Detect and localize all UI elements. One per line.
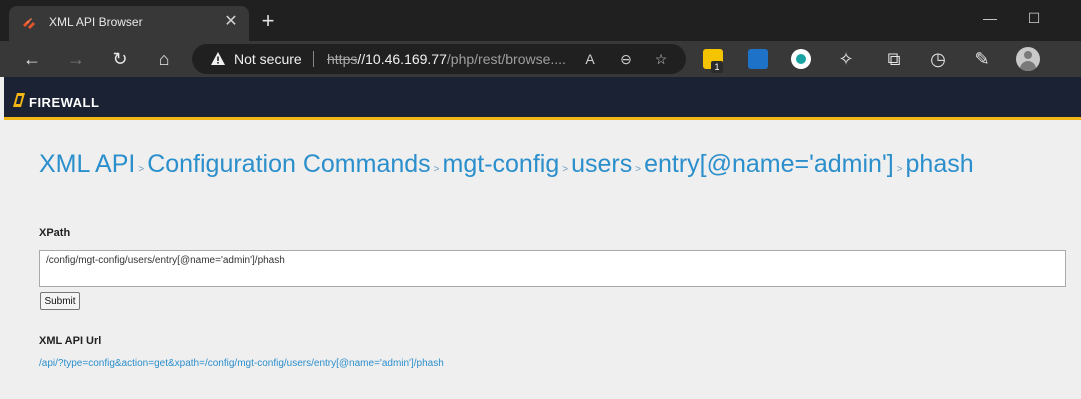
brand-title: FIREWALL [29, 95, 100, 110]
address-bar[interactable]: Not secure https//10.46.169.77/php/rest/… [192, 44, 686, 74]
url-scheme: https [327, 51, 358, 67]
breadcrumb-item[interactable]: XML API [39, 150, 135, 178]
browser-tab[interactable]: XML API Browser ✕ [9, 6, 249, 41]
favorite-add-icon[interactable]: ☆ [651, 49, 671, 69]
browser-toolbar: ← → ↻ ⌂ Not secure https//10.46.169.77/p… [0, 41, 1081, 77]
url-text[interactable]: https//10.46.169.77/php/rest/browse.... [327, 51, 566, 67]
app-header: FIREWALL [4, 77, 1081, 120]
favorites-icon[interactable]: ⧉ [880, 45, 908, 73]
chevron-right-icon: > [433, 164, 440, 175]
extension-notes-icon[interactable]: 1 [703, 49, 723, 73]
tab-strip: XML API Browser ✕ + — ☐ [0, 0, 1081, 41]
url-path: /php/rest/browse.... [446, 51, 566, 67]
breadcrumb-item[interactable]: phash [906, 150, 974, 178]
firewall-favicon-icon [23, 18, 35, 29]
collections-icon[interactable]: ✎ [968, 45, 996, 73]
history-icon[interactable]: ◷ [924, 45, 952, 73]
warning-icon [211, 52, 225, 65]
submit-button[interactable]: Submit [40, 292, 80, 310]
close-tab-icon[interactable]: ✕ [221, 12, 241, 32]
breadcrumb: XML API > Configuration Commands > mgt-confi… [39, 150, 974, 179]
read-aloud-icon[interactable]: A [580, 49, 600, 69]
breadcrumb-item[interactable]: entry[@name='admin'] [644, 150, 894, 178]
minimize-icon[interactable]: — [978, 8, 1002, 28]
page-content: XML API > Configuration Commands > mgt-confi… [4, 123, 1081, 399]
address-separator [313, 51, 314, 67]
extension-badge: 1 [711, 61, 723, 73]
api-url-label: XML API Url [39, 335, 102, 347]
profile-icon[interactable] [1016, 47, 1040, 71]
forward-icon[interactable]: → [62, 45, 90, 73]
xpath-input[interactable]: /config/mgt-config/users/entry[@name='ad… [39, 250, 1066, 287]
maximize-icon[interactable]: ☐ [1022, 8, 1046, 28]
extension-circle-icon[interactable] [791, 49, 811, 69]
breadcrumb-item[interactable]: mgt-config [443, 150, 560, 178]
chevron-right-icon: > [896, 164, 903, 175]
not-secure-label[interactable]: Not secure [234, 51, 302, 67]
tab-title: XML API Browser [49, 15, 143, 29]
xpath-label: XPath [39, 227, 71, 239]
zoom-icon[interactable]: ⊖ [616, 49, 636, 69]
firewall-logo-icon [13, 93, 25, 107]
extension-icon[interactable]: ✧ [832, 45, 860, 73]
breadcrumb-item[interactable]: users [571, 150, 632, 178]
chevron-right-icon: > [635, 164, 642, 175]
api-url-link[interactable]: /api/?type=config&action=get&xpath=/conf… [39, 358, 444, 369]
breadcrumb-item[interactable]: Configuration Commands [147, 150, 430, 178]
refresh-icon[interactable]: ↻ [106, 45, 134, 73]
url-host: //10.46.169.77 [357, 51, 447, 67]
chevron-right-icon: > [562, 164, 569, 175]
chevron-right-icon: > [138, 164, 145, 175]
new-tab-icon[interactable]: + [256, 10, 280, 34]
back-icon[interactable]: ← [18, 45, 46, 73]
extension-reader-icon[interactable] [748, 49, 768, 69]
home-icon[interactable]: ⌂ [150, 45, 178, 73]
